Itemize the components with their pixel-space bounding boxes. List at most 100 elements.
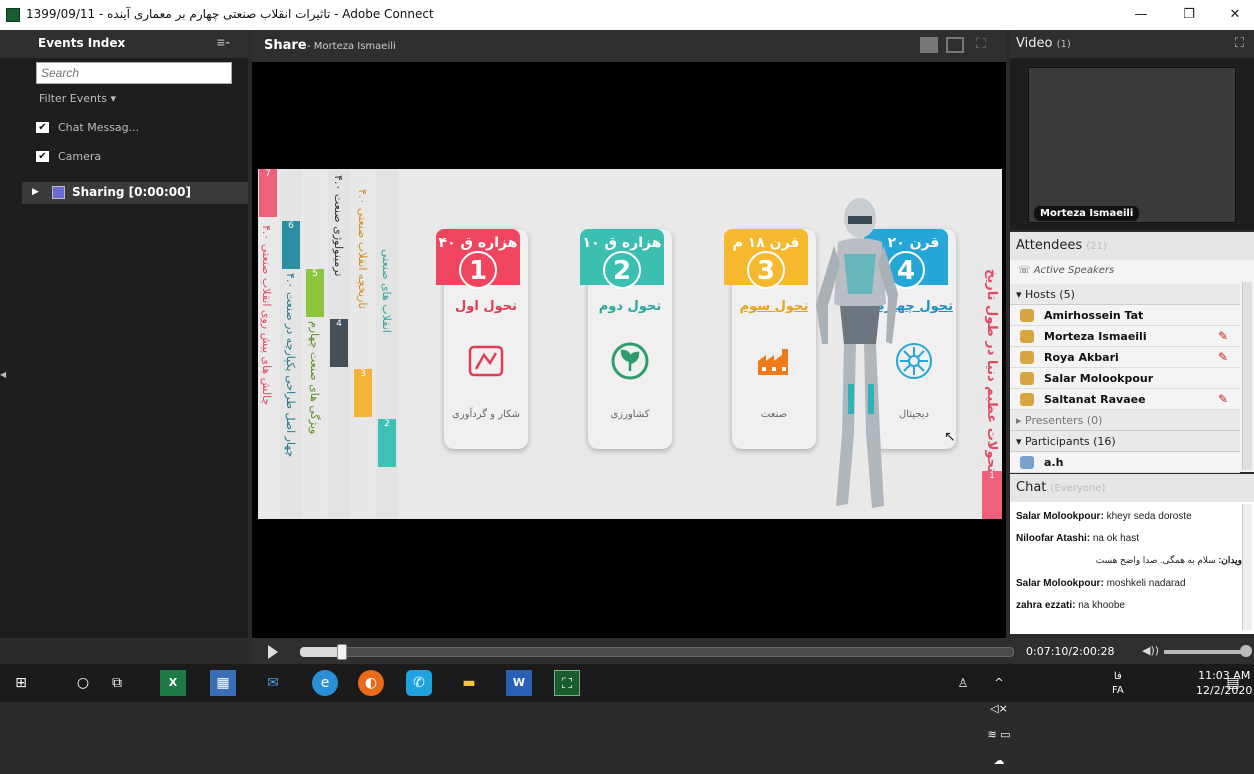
- layout-icon[interactable]: [920, 37, 938, 53]
- presenters-label: Presenters (0): [1025, 414, 1103, 427]
- attendee-row[interactable]: Saltanat Ravaee ✎: [1010, 389, 1240, 410]
- volume-icon[interactable]: ◀)): [1142, 644, 1159, 657]
- era-number-1: 1: [459, 251, 497, 289]
- attendees-scrollbar[interactable]: [1242, 282, 1252, 470]
- host-icon: [1020, 393, 1034, 406]
- task-view-icon[interactable]: ⧉: [104, 670, 130, 696]
- era-label-1: ۴۰ هزاره ق: [438, 235, 518, 251]
- checkbox-camera[interactable]: ✔: [36, 151, 49, 162]
- people-icon[interactable]: ♙: [950, 670, 976, 696]
- attendees-header: Attendees (21): [1010, 232, 1254, 260]
- filter-events-dropdown[interactable]: Filter Events ▾: [39, 92, 116, 105]
- slide-strip-2: 2 انقلاب های صنعتی: [376, 169, 398, 519]
- era-title-2: تحول دوم: [598, 299, 662, 314]
- attendee-row[interactable]: Salar Molookpour: [1010, 368, 1240, 389]
- era-card-head-1: ۴۰ هزاره ق 1: [436, 229, 520, 289]
- share-header: Share - Morteza Ismaeili ⛶: [252, 30, 1006, 62]
- participants-label: Participants (16): [1025, 435, 1116, 448]
- hosts-label: Hosts (5): [1025, 288, 1075, 301]
- cortana-icon[interactable]: ○: [70, 670, 96, 696]
- volume-slider[interactable]: [1164, 650, 1248, 654]
- adobe-connect-icon: [6, 8, 20, 22]
- chat-scrollbar[interactable]: [1242, 504, 1252, 630]
- language-indicator[interactable]: فا FA: [1112, 670, 1124, 698]
- presenters-group[interactable]: ▸ Presenters (0): [1010, 410, 1240, 431]
- edge-icon[interactable]: e: [312, 670, 338, 696]
- collapse-left-icon[interactable]: ◀: [0, 370, 10, 390]
- slide-strip-7: 7 چالش های پیش روی انقلاب صنعتی ۴.۰: [258, 169, 278, 519]
- file-explorer-icon[interactable]: ▬: [456, 670, 482, 696]
- excel-icon[interactable]: X: [160, 670, 186, 696]
- notifications-icon[interactable]: ▤: [1220, 670, 1246, 696]
- chat-message: Salar Molookpour: moshkeli nadarad: [1016, 578, 1242, 589]
- checkbox-chat-messages[interactable]: ✔: [36, 122, 49, 133]
- host-icon: [1020, 351, 1034, 364]
- volume-knob[interactable]: [1240, 645, 1252, 657]
- hosts-group[interactable]: ▾ Hosts (5): [1010, 284, 1240, 305]
- minimize-button[interactable]: —: [1126, 4, 1156, 26]
- strip-text-6: چهار اصل طراحی یکپارچه در صنعت ۴.۰: [284, 273, 297, 458]
- chat-scope: (Everyone): [1050, 483, 1106, 494]
- attendees-title: Attendees: [1016, 238, 1083, 253]
- word-icon[interactable]: W: [506, 670, 532, 696]
- mic-muted-icon: ✎: [1217, 392, 1228, 406]
- attendees-count: (21): [1086, 241, 1107, 252]
- attendee-row[interactable]: Roya Akbari ✎: [1010, 347, 1240, 368]
- sharing-event-item[interactable]: ▶ Sharing [0:00:00]: [22, 182, 248, 204]
- strip-text-2: انقلاب های صنعتی: [380, 249, 393, 333]
- firefox-icon[interactable]: ◐: [358, 670, 384, 696]
- presenter-name: - Morteza Ismaeili: [307, 41, 396, 52]
- attendee-row[interactable]: Amirhossein Tat: [1010, 305, 1240, 326]
- playback-time: 0:07:10/2:00:28: [1026, 645, 1115, 658]
- language-code: FA: [1112, 685, 1124, 696]
- chat-sender: Niloofar Atashi:: [1016, 533, 1091, 544]
- close-button[interactable]: ✕: [1220, 4, 1250, 26]
- chat-text: na ok hast: [1090, 533, 1139, 544]
- strip-tag-3: 3: [354, 369, 372, 417]
- system-tray-icons[interactable]: ^ ◁× ≋ ▭ ☁: [986, 670, 1012, 767]
- participant-icon: [1020, 456, 1034, 469]
- strip-tag-6: 6: [282, 221, 300, 269]
- chat-sender: Salar Molookpour:: [1016, 511, 1104, 522]
- share-title: Share: [264, 38, 307, 53]
- language-fa-label: فا: [1113, 671, 1122, 682]
- maximize-button[interactable]: ❐: [1174, 4, 1204, 26]
- share-pod: Share - Morteza Ismaeili ⛶ 7 چالش های پی…: [252, 30, 1006, 638]
- play-icon[interactable]: [268, 645, 278, 659]
- playback-bar: 0:07:10/2:00:28 ◀)): [252, 638, 1254, 664]
- attendee-name: Saltanat Ravaee: [1044, 393, 1146, 406]
- window-title: 1399/09/11 - تاثیرات انقلاب صنعتی چهارم …: [26, 7, 434, 21]
- calculator-icon[interactable]: ▦: [210, 670, 236, 696]
- strip-tag-4: 4: [330, 319, 348, 367]
- strip-tag-7: 7: [259, 169, 277, 217]
- fullscreen-icon[interactable]: ⛶: [976, 36, 986, 52]
- chat-text: kheyr seda doroste: [1103, 511, 1192, 522]
- era-number-2: 2: [603, 251, 641, 289]
- search-input[interactable]: [36, 62, 232, 84]
- host-icon: [1020, 309, 1034, 322]
- panel-menu-icon[interactable]: ≡-: [216, 36, 230, 49]
- layout-alt-icon[interactable]: [946, 37, 964, 53]
- seek-thumb[interactable]: [337, 644, 348, 660]
- chat-sender: zahra ezzati:: [1016, 600, 1076, 611]
- attendee-name: Roya Akbari: [1044, 351, 1119, 364]
- mail-icon[interactable]: ✉: [260, 670, 286, 696]
- chat-pod: Chat (Everyone) Salar Molookpour: kheyr …: [1010, 474, 1254, 634]
- participants-group[interactable]: ▾ Participants (16): [1010, 431, 1240, 452]
- attendee-row[interactable]: Morteza Ismaeili ✎: [1010, 326, 1240, 347]
- era-card-head-3: قرن ۱۸ م 3: [724, 229, 808, 289]
- slide-strip-3: 3 تاریخچه انقلاب صنعتی ۴.۰: [352, 169, 374, 519]
- adobe-connect-taskbar-icon[interactable]: ⛶: [554, 670, 580, 696]
- windows-taskbar: ⊞ ○ ⧉ X ▦ ✉ e ◐ ✆ ▬ W ⛶ ♙ ^ ◁× ≋ ▭ ☁ فا …: [0, 664, 1254, 767]
- filter-label-camera: Camera: [58, 150, 102, 163]
- expand-arrow-icon[interactable]: ▶: [32, 187, 39, 197]
- whatsapp-icon[interactable]: ✆: [406, 670, 432, 696]
- attendee-row[interactable]: a.h: [1010, 452, 1240, 473]
- video-header: Video (1) ⛶: [1010, 30, 1254, 58]
- seek-track[interactable]: [300, 647, 1014, 657]
- era-card-head-2: ۱۰ هزاره ق 2: [580, 229, 664, 289]
- video-fullscreen-icon[interactable]: ⛶: [1235, 36, 1244, 51]
- chat-sender: Salar Molookpour:: [1016, 578, 1104, 589]
- strip-text-5: ویژگی های صنعت چهارم: [308, 321, 321, 435]
- start-icon[interactable]: ⊞: [8, 670, 34, 696]
